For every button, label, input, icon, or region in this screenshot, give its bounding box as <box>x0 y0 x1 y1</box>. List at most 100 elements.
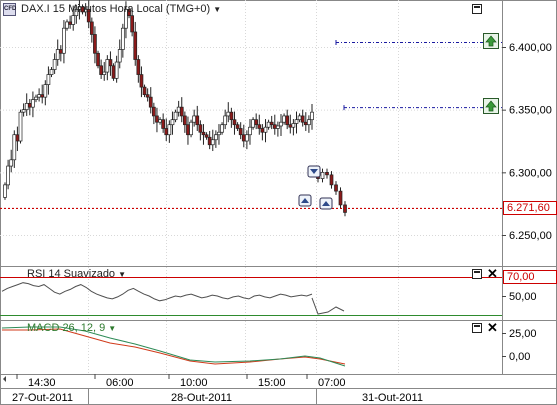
candle-body <box>334 184 338 192</box>
candle-body <box>220 124 224 133</box>
scroll-left-icon[interactable] <box>3 376 6 382</box>
candle-body <box>155 115 159 123</box>
candle-body <box>232 119 237 126</box>
candle-body <box>176 106 181 113</box>
candle-body <box>24 103 29 111</box>
candle-body <box>71 15 76 25</box>
time-label: 15:00 <box>258 377 286 389</box>
candle-body <box>148 96 153 108</box>
candles <box>3 0 347 217</box>
candle-body <box>167 124 172 136</box>
candle-body <box>204 134 209 138</box>
candle-body <box>111 65 116 79</box>
candle-body <box>186 124 190 136</box>
candle-body <box>198 124 203 133</box>
candle-body <box>217 131 221 136</box>
candle-body <box>6 165 10 186</box>
macd-panel-title[interactable]: MACD 26, 12, 9 ▼ <box>27 322 116 334</box>
candle-body <box>310 111 314 121</box>
trade-up-marker-icon <box>298 194 312 207</box>
candle-body <box>238 128 243 136</box>
candle-body <box>288 124 293 128</box>
trade-down-marker-icon <box>307 165 321 178</box>
time-label: 14:30 <box>28 377 56 389</box>
candle-body <box>320 171 325 179</box>
rsi-mid-label: 50,00 <box>509 291 537 303</box>
candle-body <box>3 184 7 198</box>
candle-body <box>49 69 54 75</box>
candle-body <box>105 59 110 73</box>
maximize-main-panel-icon[interactable] <box>472 4 482 14</box>
candle-body <box>46 74 51 85</box>
candle-body <box>58 49 63 54</box>
candle-body <box>89 21 94 35</box>
candle-body <box>266 121 271 128</box>
trading-chart[interactable]: 6.400,00 6.350,00 6.300,00 6.250,00 50,00 25,… <box>0 0 557 405</box>
chevron-down-icon[interactable]: ▼ <box>118 270 126 279</box>
order-up-icon[interactable] <box>483 98 499 115</box>
chevron-down-icon[interactable]: ▼ <box>108 324 116 333</box>
candle-body <box>145 94 150 98</box>
candle-body <box>257 124 262 129</box>
rsi-panel-title[interactable]: RSI 14 Suavizado ▼ <box>27 268 126 280</box>
main-panel-title[interactable]: DAX.I 15 Minutos Hora Local (TMG+0) ▼ <box>21 3 221 15</box>
maximize-macd-panel-icon[interactable] <box>472 323 482 333</box>
candle-body <box>245 134 249 142</box>
trade-up-marker-icon <box>319 197 333 210</box>
candle-body <box>55 49 60 60</box>
rsi-title: RSI 14 Suavizado <box>27 268 116 280</box>
candle-body <box>241 134 246 142</box>
candle-body <box>136 59 141 75</box>
candle-body <box>130 15 134 33</box>
candle-body <box>99 65 103 75</box>
candle-body <box>12 134 17 161</box>
candle-body <box>248 126 252 136</box>
candle-body <box>210 139 215 146</box>
candle-body <box>303 121 308 126</box>
chevron-down-icon[interactable]: ▼ <box>213 5 221 14</box>
chart-canvas[interactable]: 6.400,00 6.350,00 6.300,00 6.250,00 50,00 25,… <box>0 0 557 405</box>
close-macd-panel-icon[interactable]: ✕ <box>487 321 498 334</box>
candle-body <box>179 106 184 117</box>
candle-body <box>223 115 228 126</box>
candle-body <box>170 119 175 126</box>
candle-body <box>183 115 187 126</box>
candle-body <box>117 49 122 63</box>
price-axis-label: 6.250,00 <box>509 230 552 242</box>
candle-body <box>269 121 274 126</box>
candle-body <box>189 121 193 136</box>
order-up-icon[interactable] <box>483 32 499 49</box>
candle-body <box>294 119 299 124</box>
chart-frame <box>0 0 557 405</box>
candle-body <box>229 111 234 121</box>
candle-body <box>102 71 107 75</box>
candle-body <box>43 84 48 98</box>
current-price-label: 6.271,60 <box>503 200 557 215</box>
candle-body <box>37 94 41 98</box>
candle-body <box>254 119 259 126</box>
price-axis-label: 6.400,00 <box>509 42 552 54</box>
date-label: 27-Out-2011 <box>12 392 73 404</box>
price-axis-label: 6.350,00 <box>509 105 552 117</box>
candle-body <box>21 109 26 113</box>
candle-body <box>114 61 119 79</box>
candle-body <box>300 115 305 123</box>
maximize-rsi-panel-icon[interactable] <box>472 269 482 279</box>
instrument-title: DAX.I 15 Minutos Hora Local (TMG+0) <box>21 3 211 15</box>
candle-body <box>214 134 218 141</box>
candle-body <box>285 115 290 126</box>
candle-body <box>93 34 97 54</box>
cfd-logo-icon: CFD <box>3 3 16 16</box>
candle-body <box>173 111 178 121</box>
candle-body <box>325 171 329 176</box>
candle-body <box>164 128 169 136</box>
close-rsi-panel-icon[interactable]: ✕ <box>487 267 498 280</box>
candle-body <box>235 124 240 129</box>
candle-body <box>251 119 255 128</box>
candle-body <box>158 119 162 123</box>
candle-body <box>15 134 20 142</box>
candle-body <box>52 59 57 70</box>
rsi-line <box>1 282 313 302</box>
candle-body <box>307 119 311 126</box>
candle-body <box>279 121 283 127</box>
